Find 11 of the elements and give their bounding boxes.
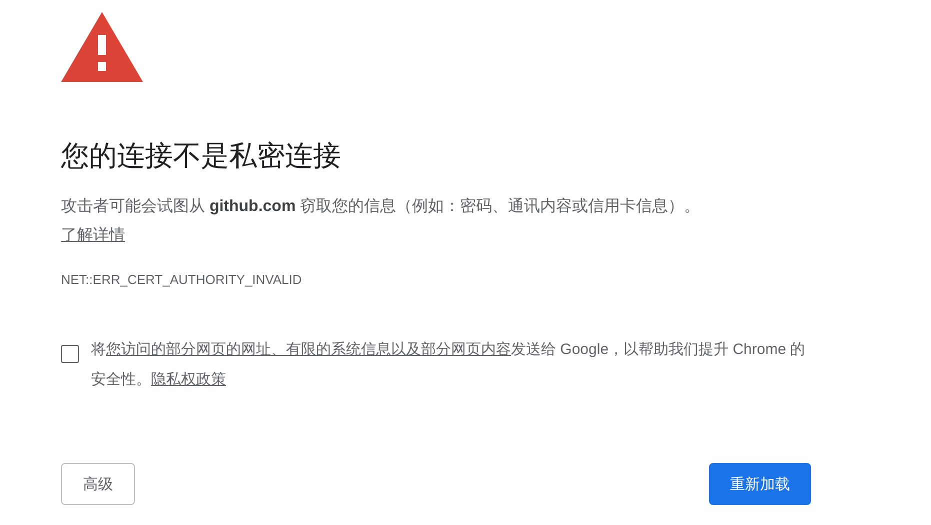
data-info-link[interactable]: 您访问的部分网页的网址、有限的系统信息以及部分网页内容 [106,341,511,358]
report-consent-text: 将您访问的部分网页的网址、有限的系统信息以及部分网页内容发送给 Google，以帮助我们提升 Chrome 的安全性。隐私权政策 [91,340,806,390]
privacy-policy-link[interactable]: 隐私权政策 [151,371,226,388]
learn-more-link[interactable]: 了解详情 [61,223,125,249]
warning-icon [61,12,143,82]
error-code: NET::ERR_CERT_AUTHORITY_INVALID [61,271,303,289]
advanced-button[interactable]: 高级 [61,463,135,505]
warning-description: 攻击者可能会试图从 github.com 窃取您的信息（例如：密码、通讯内容或信用卡信息）。 [61,196,702,217]
reload-button[interactable]: 重新加载 [709,463,811,505]
report-checkbox[interactable] [61,345,79,363]
page-heading: 您的连接不是私密连接 [61,139,342,173]
